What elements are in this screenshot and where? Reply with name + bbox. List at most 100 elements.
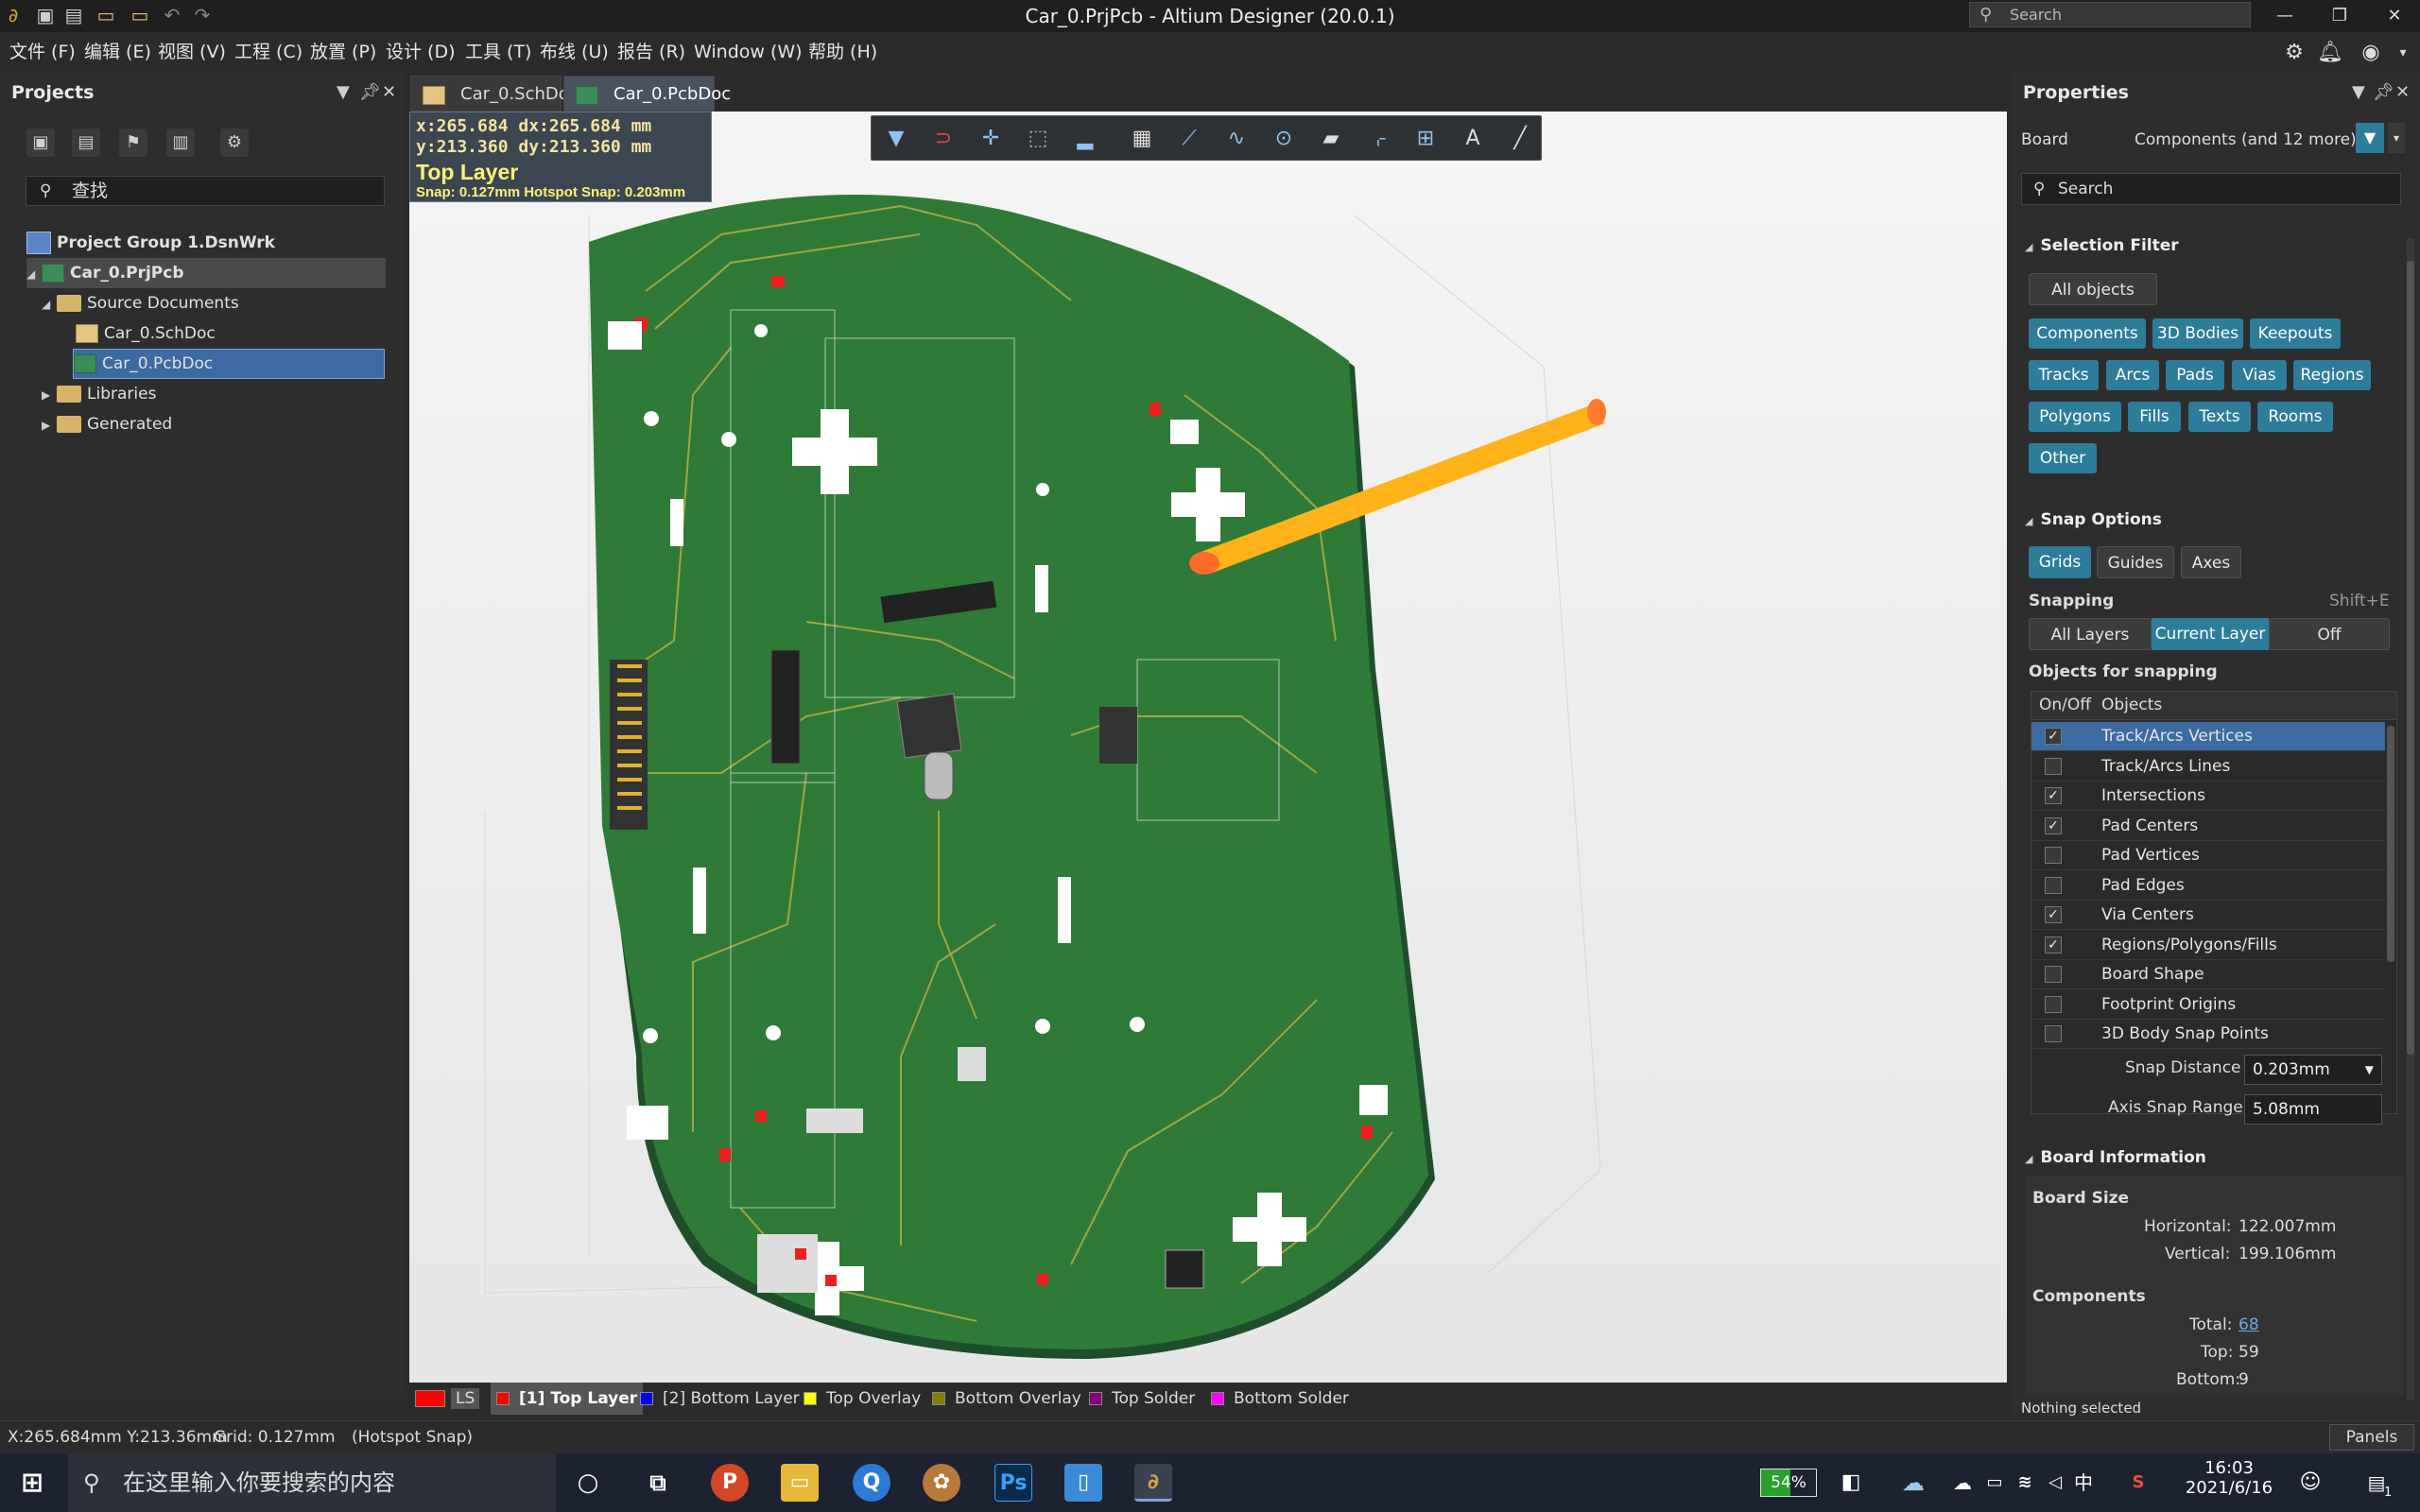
collapse-arrow-icon[interactable]: ◢ [26, 259, 42, 289]
selection-filter-header[interactable]: ◢ Selection Filter [2025, 236, 2179, 255]
expand-arrow-icon[interactable]: ▶ [42, 410, 57, 440]
diff-pair-icon[interactable]: ∿ [1221, 124, 1252, 154]
filter-regions[interactable]: Regions [2293, 360, 2371, 390]
filter-icon[interactable]: ▼ [881, 124, 911, 154]
snap-options-header[interactable]: ◢ Snap Options [2025, 510, 2162, 529]
layer-tab-bottom[interactable]: [2] Bottom Layer [640, 1383, 800, 1415]
filter-fills[interactable]: Fills [2128, 402, 2181, 432]
pcb-3d-canvas[interactable]: x:265.684 dx:265.684 mm y:213.360 dy:213… [409, 112, 2007, 1383]
app-icon[interactable]: ✿ [923, 1464, 960, 1502]
filter-keepouts[interactable]: Keepouts [2250, 318, 2341, 349]
filter-dropdown-icon[interactable]: ▾ [2388, 123, 2405, 153]
phone-app-icon[interactable]: ▯ [1064, 1464, 1102, 1502]
snap-object-checkbox[interactable] [2045, 847, 2062, 864]
axis-snap-input[interactable]: 5.08mm [2244, 1094, 2382, 1125]
task-view-icon[interactable]: ⧉ [639, 1464, 677, 1502]
select-rect-icon[interactable]: ⬚ [1023, 124, 1053, 154]
polygon-icon[interactable]: ⌌ [1363, 124, 1393, 154]
snap-guides-button[interactable]: Guides [2097, 546, 2174, 578]
snap-axes-button[interactable]: Axes [2181, 546, 2241, 578]
via-icon[interactable]: ⊙ [1269, 124, 1299, 154]
save-project-icon[interactable]: ▣ [26, 129, 55, 157]
layer-set-button[interactable]: LS [415, 1383, 480, 1415]
move-cross-icon[interactable]: ✛ [976, 124, 1006, 154]
route-icon[interactable]: ⟋ [1174, 124, 1204, 154]
altium-taskbar-icon[interactable]: ∂ [1134, 1464, 1172, 1502]
layer-tab-top-overlay[interactable]: Top Overlay [804, 1383, 921, 1415]
tree-generated[interactable]: ▶ Generated [42, 409, 172, 439]
board-info-header[interactable]: ◢ Board Information [2025, 1148, 2206, 1167]
filter-other[interactable]: Other [2029, 443, 2097, 473]
snap-object-row[interactable]: ✓ Via Centers [2031, 901, 2385, 930]
menu-view[interactable]: 视图 (V) [158, 32, 226, 72]
snap-object-checkbox[interactable]: ✓ [2045, 787, 2062, 804]
tab-pcbdoc[interactable]: Car_0.PcbDoc [563, 76, 731, 112]
filter-summary[interactable]: Components (and 12 more) [2135, 130, 2357, 149]
snap-object-checkbox[interactable] [2045, 966, 2062, 983]
snap-object-checkbox[interactable]: ✓ [2045, 906, 2062, 923]
properties-search-input[interactable]: ⚲ Search [2021, 173, 2401, 205]
filter-pads[interactable]: Pads [2166, 360, 2224, 390]
filter-texts[interactable]: Texts [2188, 402, 2251, 432]
line-icon[interactable]: ╱ [1505, 124, 1535, 154]
tree-schdoc[interactable]: Car_0.SchDoc [76, 318, 216, 349]
layer-tab-bottom-overlay[interactable]: Bottom Overlay [932, 1383, 1081, 1415]
minimize-button[interactable]: — [2257, 0, 2312, 32]
snap-object-checkbox[interactable]: ✓ [2045, 816, 2062, 834]
layer-tab-bottom-solder[interactable]: Bottom Solder [1211, 1383, 1349, 1415]
project-options-icon[interactable]: ⚑ [119, 129, 147, 157]
compile-icon[interactable]: ▤ [72, 129, 100, 157]
powerpoint-icon[interactable]: P [711, 1464, 749, 1502]
close-button[interactable]: ✕ [2367, 0, 2420, 32]
menu-reports[interactable]: 报告 (R) [617, 32, 685, 72]
menu-help[interactable]: 帮助 (H) [808, 32, 877, 72]
panel-settings-icon[interactable]: ⚙ [220, 129, 249, 157]
snap-off[interactable]: Off [2269, 618, 2390, 650]
snap-grids-button[interactable]: Grids [2029, 546, 2091, 578]
cortana-icon[interactable]: ○ [569, 1464, 607, 1502]
filter-icon[interactable]: ▼ [2356, 123, 2384, 153]
user-account-icon[interactable]: ◉ [2358, 40, 2384, 66]
snap-object-checkbox[interactable] [2045, 995, 2062, 1013]
text-icon[interactable]: A [1458, 124, 1488, 154]
snap-object-row[interactable]: Footprint Origins [2031, 990, 2385, 1020]
menu-place[interactable]: 放置 (P) [310, 32, 376, 72]
panel-close-icon[interactable]: ✕ [2395, 72, 2410, 113]
filter-tracks[interactable]: Tracks [2029, 360, 2099, 390]
file-explorer-icon[interactable]: ▭ [781, 1464, 819, 1502]
menu-design[interactable]: 设计 (D) [386, 32, 456, 72]
menu-edit[interactable]: 编辑 (E) [84, 32, 151, 72]
snap-object-row[interactable]: Track/Arcs Lines [2031, 752, 2385, 782]
snap-object-checkbox[interactable]: ✓ [2045, 936, 2062, 954]
menu-route[interactable]: 布线 (U) [540, 32, 609, 72]
tray-app-icon[interactable]: ◧ [1832, 1464, 1870, 1502]
filter-3d-bodies[interactable]: 3D Bodies [2152, 318, 2243, 349]
snap-all-layers[interactable]: All Layers [2029, 618, 2152, 650]
windows-start-icon[interactable]: ⊞ [13, 1464, 51, 1502]
notifications-bell-icon[interactable]: 🔔︎ [2317, 40, 2343, 66]
filter-arcs[interactable]: Arcs [2106, 360, 2159, 390]
filter-polygons[interactable]: Polygons [2029, 402, 2121, 432]
dimension-icon[interactable]: ⊞ [1410, 124, 1441, 154]
scrollbar[interactable] [2387, 726, 2394, 962]
tab-schdoc[interactable]: Car_0.SchDoc [410, 76, 579, 112]
settings-gear-icon[interactable]: ⚙ [2281, 40, 2308, 66]
panels-button[interactable]: Panels [2329, 1424, 2414, 1451]
clock[interactable]: 16:03 2021/6/16 [2172, 1458, 2286, 1498]
menu-tools[interactable]: 工具 (T) [465, 32, 531, 72]
battery-indicator[interactable]: 54% [1760, 1469, 1817, 1497]
panel-menu-icon[interactable]: ▼ [337, 72, 350, 113]
all-objects-button[interactable]: All objects [2029, 273, 2157, 305]
panel-menu-icon[interactable]: ▼ [2352, 72, 2365, 113]
snap-object-row[interactable]: Board Shape [2031, 960, 2385, 989]
snap-object-checkbox[interactable]: ✓ [2045, 728, 2062, 745]
restore-button[interactable]: ❐ [2312, 0, 2367, 32]
tree-project-group[interactable]: Project Group 1.DsnWrk [26, 228, 275, 258]
total-link[interactable]: 68 [2238, 1315, 2259, 1334]
snap-object-row[interactable]: Pad Edges [2031, 871, 2385, 901]
expand-arrow-icon[interactable]: ▶ [42, 380, 57, 410]
account-dropdown-icon[interactable]: ▾ [2390, 40, 2416, 66]
layer-tab-top-solder[interactable]: Top Solder [1089, 1383, 1195, 1415]
snap-current-layer[interactable]: Current Layer [2152, 618, 2269, 650]
sogou-ime-icon[interactable]: S [2119, 1464, 2157, 1502]
